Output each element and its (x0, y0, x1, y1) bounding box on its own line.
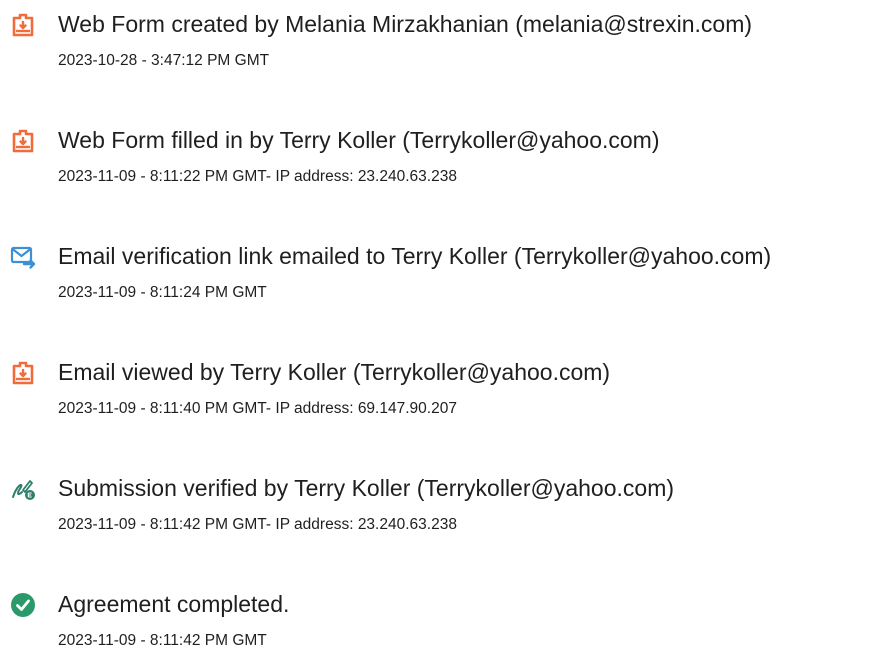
check-circle-icon (10, 592, 36, 618)
document-icon (10, 128, 36, 154)
email-icon (10, 244, 36, 270)
event-timestamp: 2023-11-09 - 8:11:42 PM GMT (58, 632, 267, 649)
document-icon (10, 360, 36, 386)
event-title: Submission verified by Terry Koller (Ter… (58, 475, 675, 501)
event-title: Email verification link emailed to Terry… (58, 243, 772, 269)
event-timestamp: 2023-11-09 - 8:11:24 PM GMT (58, 284, 267, 301)
document-icon (10, 12, 36, 38)
event-timestamp: 2023-11-09 - 8:11:40 PM GMT- IP address:… (58, 400, 457, 417)
signature-icon (10, 476, 36, 502)
event-timestamp: 2023-10-28 - 3:47:12 PM GMT (58, 52, 270, 69)
event-title: Web Form filled in by Terry Koller (Terr… (58, 127, 660, 153)
event-title: Agreement completed. (58, 591, 290, 617)
event-timestamp: 2023-11-09 - 8:11:22 PM GMT- IP address:… (58, 168, 457, 185)
event-title: Email viewed by Terry Koller (Terrykolle… (58, 359, 611, 385)
event-title: Web Form created by Melania Mirzakhanian… (58, 11, 753, 37)
event-timestamp: 2023-11-09 - 8:11:42 PM GMT- IP address:… (58, 516, 457, 533)
